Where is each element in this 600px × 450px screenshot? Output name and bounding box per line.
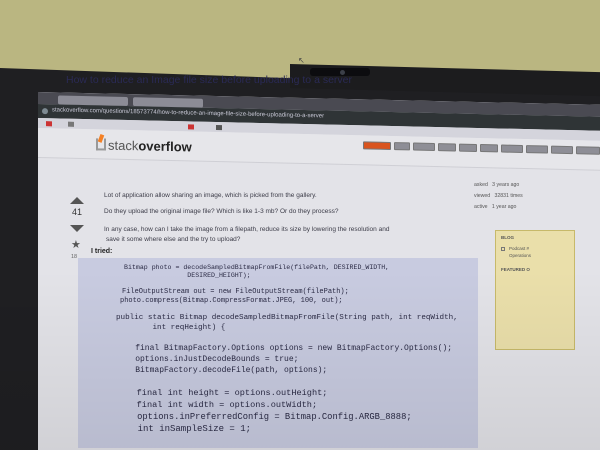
asked-value[interactable]: 3 years ago [492,180,519,191]
question-body-line: Do they upload the original image file? … [104,208,339,215]
bookmark-icon[interactable] [46,121,52,127]
site-info-icon[interactable] [42,108,48,115]
vote-count: 41 [71,207,82,217]
question-stats: asked 3 years ago viewed 32831 times act… [474,180,523,213]
question-title[interactable]: How to reduce an Image file size before … [66,74,352,86]
code-line: FileOutputStream out = new FileOutputStr… [122,288,349,296]
code-line: options.inPreferredConfig = Bitmap.Confi… [116,412,412,422]
nav-button[interactable] [501,144,523,154]
code-line: public static Bitmap decodeSampledBitmap… [116,314,458,322]
blog-heading: BLOG [501,235,514,240]
code-line: options.inJustDecodeBounds = true; [116,355,299,364]
vote-down-arrow-icon[interactable] [70,225,84,232]
blog-item-link[interactable]: Operations [509,253,531,258]
active-row: active 1 year ago [474,202,523,213]
mouse-cursor-icon: ↖ [298,56,305,65]
nav-button[interactable] [459,143,477,152]
question-body-line: In any case, how can I take the image fr… [104,226,390,233]
code-line: int reqHeight) { [116,324,226,332]
code-block: Bitmap photo = decodeSampledBitmapFromFi… [78,258,478,448]
logo-prefix: stack [108,137,139,154]
viewed-row: viewed 32831 times [474,191,523,202]
nav-button[interactable] [394,142,410,151]
nav-button[interactable] [438,143,456,152]
stackoverflow-logo-icon[interactable] [96,138,106,151]
asked-label: asked [474,182,488,188]
nav-button[interactable] [526,145,548,154]
blog-item-link[interactable]: Podcast # [509,246,529,251]
bookmark-icon[interactable] [216,125,222,131]
asked-row: asked 3 years ago [474,180,523,191]
code-line: Bitmap photo = decodeSampledBitmapFromFi… [124,264,390,271]
nav-button[interactable] [363,141,391,151]
code-line: final BitmapFactory.Options options = ne… [116,344,453,353]
sidebar-blog-box: BLOG Podcast # Operations FEATURED O [495,230,575,350]
code-line: final int width = options.outWidth; [116,400,318,410]
bookmark-icon[interactable] [188,124,194,130]
nav-button[interactable] [551,145,573,155]
featured-heading: FEATURED O [501,267,530,272]
active-value[interactable]: 1 year ago [492,202,517,213]
viewed-label: viewed [474,193,491,199]
logo-suffix: overflow [138,138,192,155]
code-line: final int height = options.outHeight; [116,388,328,398]
nav-button[interactable] [480,144,498,153]
code-line: int inSampleSize = 1; [116,424,252,434]
question-body-line: save it some where else and the try to u… [106,236,241,243]
question-body-line: Lot of application allow sharing an imag… [104,192,317,199]
viewed-value: 32831 times [494,193,523,199]
url-text[interactable]: stackoverflow.com/questions/18573774/how… [52,107,324,119]
code-line: photo.compress(Bitmap.CompressFormat.JPE… [120,297,343,305]
bookmark-icon[interactable] [68,121,74,127]
site-logo[interactable]: stackoverflow [108,138,192,155]
blog-item-icon [501,247,505,251]
vote-up-arrow-icon[interactable] [70,197,84,204]
nav-button[interactable] [576,146,600,155]
favorite-count: 18 [71,254,78,260]
active-label: active [474,204,488,210]
code-line: BitmapFactory.decodeFile(path, options); [116,366,328,375]
code-line: DESIRED_HEIGHT); [124,272,251,279]
tried-label: I tried: [91,248,113,255]
nav-button[interactable] [413,142,435,152]
favorite-star-icon[interactable]: ★ [71,238,81,251]
